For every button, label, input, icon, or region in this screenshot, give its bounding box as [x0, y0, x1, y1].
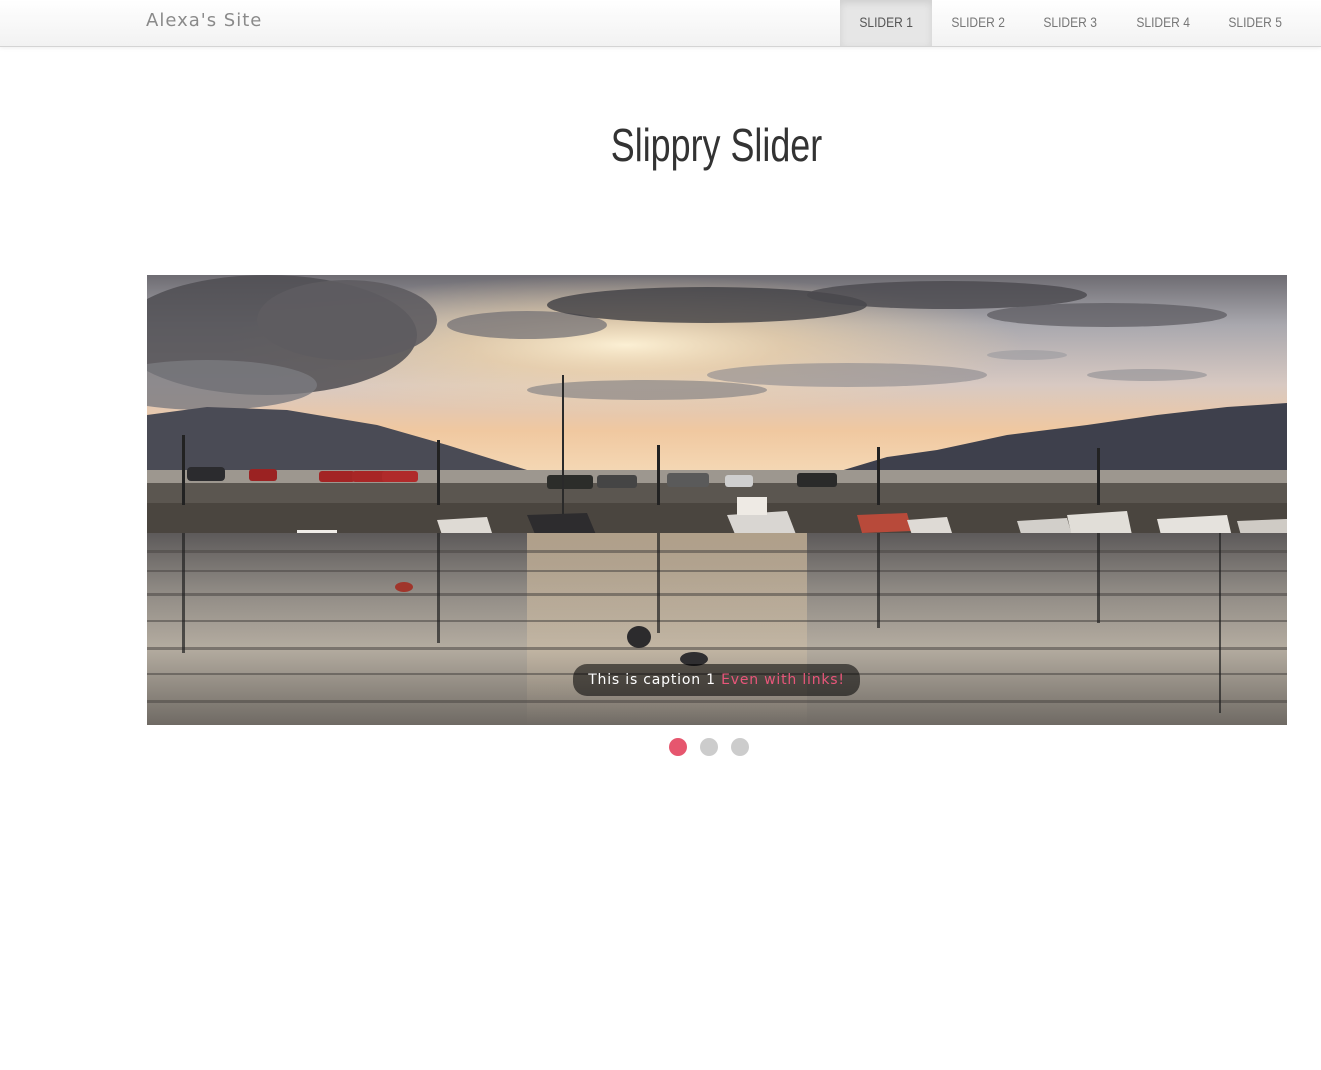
nav-item-slider-3[interactable]: Slider 3 — [1031, 0, 1110, 46]
image-slider[interactable] — [147, 275, 1287, 725]
nav-item-label: Slider 5 — [1228, 14, 1282, 30]
caption-text: This is caption 1 — [588, 672, 716, 688]
top-navbar: Alexa's Site Slider 1 Slider 2 Slider 3 … — [0, 0, 1321, 47]
nav-item-label: Slider 3 — [1043, 14, 1098, 30]
page-title: Slippry Slider — [0, 118, 1321, 172]
pager-dot-1[interactable] — [669, 738, 687, 756]
slide-caption: This is caption 1 Even with links! — [573, 664, 860, 696]
pager-dot-2[interactable] — [700, 738, 718, 756]
nav-item-slider-2[interactable]: Slider 2 — [938, 0, 1017, 46]
page-title-text: Slippry Slider — [610, 119, 822, 171]
harbor-sunset-photo — [147, 275, 1287, 725]
nav-item-label: Slider 4 — [1135, 14, 1190, 30]
nav-item-label: Slider 1 — [859, 14, 913, 30]
nav-item-label: Slider 2 — [951, 14, 1005, 30]
nav-item-slider-5[interactable]: Slider 5 — [1215, 0, 1294, 46]
nav-item-slider-4[interactable]: Slider 4 — [1123, 0, 1202, 46]
caption-link[interactable]: Even with links! — [721, 672, 845, 688]
nav-item-slider-1[interactable]: Slider 1 — [839, 0, 932, 46]
nav-menu: Slider 1 Slider 2 Slider 3 Slider 4 Slid… — [839, 0, 1301, 46]
site-brand-link[interactable]: Alexa's Site — [146, 10, 262, 31]
pager-dot-3[interactable] — [731, 738, 749, 756]
slider-pager — [669, 738, 749, 756]
